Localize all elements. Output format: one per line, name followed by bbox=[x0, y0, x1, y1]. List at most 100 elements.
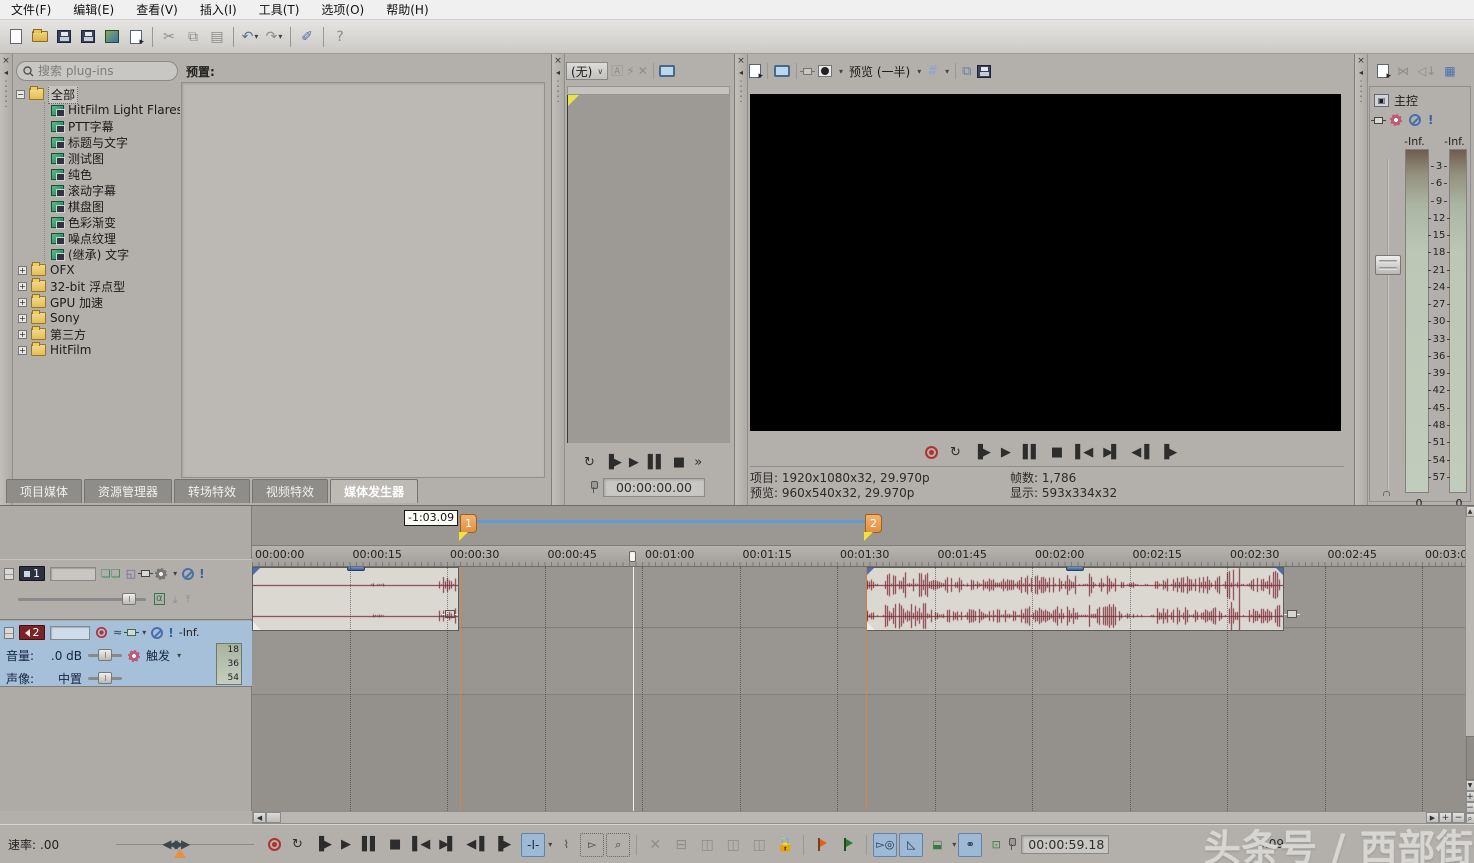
generator-item[interactable]: 噪点纹理 bbox=[51, 230, 180, 246]
vertical-scrollbar[interactable]: ▲ ▼ + − ⌕ bbox=[1465, 506, 1474, 824]
stop-button[interactable]: ■ bbox=[673, 456, 685, 469]
pin-icon[interactable] bbox=[590, 481, 597, 494]
pan-value[interactable]: 中置 bbox=[40, 670, 82, 687]
gear-icon[interactable] bbox=[1390, 114, 1402, 126]
menu-item[interactable]: 查看(V) bbox=[125, 0, 189, 20]
generator-item[interactable]: HitFilm Light Flares bbox=[51, 102, 180, 118]
master-fader-knob[interactable] bbox=[1375, 255, 1401, 275]
search-input[interactable] bbox=[38, 64, 156, 78]
mute-icon[interactable] bbox=[182, 568, 194, 580]
fade-handle-icon[interactable] bbox=[253, 568, 260, 575]
composite-alpha-icon[interactable]: α bbox=[154, 593, 165, 605]
generator-item[interactable]: PTT字幕 bbox=[51, 118, 180, 134]
trim-start-button[interactable]: ⊟ bbox=[669, 833, 693, 857]
trimmer-timecode-field[interactable]: 00:00:00.00 bbox=[603, 478, 705, 497]
track-grip-icon[interactable] bbox=[4, 568, 14, 580]
next-frame-button[interactable]: ▐▶ bbox=[493, 838, 509, 851]
slider-knob[interactable] bbox=[98, 672, 112, 684]
loop-playback-button[interactable]: ↻ bbox=[950, 446, 961, 459]
properties-button[interactable] bbox=[124, 25, 148, 49]
expand-box-icon[interactable]: + bbox=[18, 346, 27, 355]
close-icon[interactable]: × bbox=[0, 56, 12, 66]
previous-frame-button[interactable]: ◀▐ bbox=[1131, 446, 1147, 459]
master-toggle-icon[interactable]: ▣ bbox=[1374, 94, 1389, 107]
fx-chain-icon[interactable] bbox=[1374, 117, 1383, 124]
record-button[interactable] bbox=[925, 446, 938, 459]
preview-quality-dropdown[interactable]: 预览 (一半) bbox=[849, 63, 910, 80]
track-name-field[interactable] bbox=[50, 567, 96, 581]
paste-button[interactable]: ▤ bbox=[205, 25, 229, 49]
audio-event-1[interactable] bbox=[252, 567, 459, 631]
dock-tab[interactable]: 资源管理器 bbox=[84, 479, 172, 503]
go-to-start-button[interactable]: ▌◀ bbox=[1075, 446, 1091, 459]
overlay-grid-icon[interactable]: # bbox=[927, 65, 938, 78]
scrollbar-thumb[interactable] bbox=[266, 812, 281, 823]
selection-tool-button[interactable]: ▻ bbox=[580, 833, 604, 857]
scroll-left-button[interactable]: ◀ bbox=[253, 812, 266, 823]
slider-knob[interactable] bbox=[98, 649, 112, 661]
track-motion-icon[interactable]: ◱ bbox=[126, 568, 136, 579]
loop-region-bar[interactable] bbox=[463, 520, 867, 523]
delete-button[interactable]: ✕ bbox=[643, 833, 667, 857]
generator-item[interactable]: 纯色 bbox=[51, 166, 180, 182]
expand-box-icon[interactable]: + bbox=[18, 314, 27, 323]
generator-item[interactable]: 色彩渐变 bbox=[51, 214, 180, 230]
normal-edit-tool-button[interactable]: -I- bbox=[521, 833, 545, 857]
dock-grip-icon[interactable]: ⁚⁚⁚⁚ bbox=[1355, 83, 1367, 103]
loop-playback-button[interactable]: ↻ bbox=[292, 838, 303, 851]
pause-button[interactable]: ▌▌ bbox=[1023, 446, 1039, 459]
pause-button[interactable]: ▌▌ bbox=[362, 838, 378, 851]
stop-button[interactable]: ■ bbox=[389, 838, 401, 851]
envelope-tool-button[interactable]: ⌇ bbox=[554, 833, 578, 857]
collapse-arrow-icon[interactable]: ◂ bbox=[1355, 68, 1367, 77]
dock-tab[interactable]: 媒体发生器 bbox=[330, 479, 418, 503]
master-fader-rail[interactable] bbox=[1387, 159, 1389, 489]
menu-item[interactable]: 帮助(H) bbox=[375, 0, 439, 20]
open-button[interactable] bbox=[28, 25, 52, 49]
tree-root-item[interactable]: − 全部 bbox=[16, 86, 180, 102]
event-fx-icon[interactable] bbox=[445, 610, 455, 618]
generator-item[interactable]: 棋盘图 bbox=[51, 198, 180, 214]
slider-knob[interactable] bbox=[122, 593, 136, 605]
event-properties-button[interactable]: ⊡ bbox=[984, 833, 1008, 857]
play-from-start-button[interactable]: ▐▶ bbox=[314, 838, 330, 851]
new-project-button[interactable] bbox=[4, 25, 28, 49]
enable-snapping-button[interactable]: ▻◎ bbox=[873, 833, 897, 857]
render-as-button[interactable] bbox=[100, 25, 124, 49]
cursor-timecode-field[interactable]: 00:00:59.18 bbox=[1021, 835, 1109, 854]
chevron-down-icon[interactable]: ▾ bbox=[177, 651, 181, 660]
generator-folder-item[interactable]: +32-bit 浮点型 bbox=[18, 278, 180, 294]
tree-root-label[interactable]: 全部 bbox=[48, 86, 78, 104]
marker-bar[interactable]: -1:03.09 1 2 bbox=[252, 506, 1466, 546]
collapse-arrow-icon[interactable]: ◂ bbox=[0, 68, 12, 77]
stop-button[interactable]: ■ bbox=[1051, 446, 1063, 459]
rate-value[interactable]: .00 bbox=[40, 838, 59, 852]
fade-handle-icon[interactable] bbox=[867, 568, 874, 575]
copy-button[interactable]: ⧉ bbox=[181, 25, 205, 49]
generator-folder-item[interactable]: +Sony bbox=[18, 310, 180, 326]
dock-tab[interactable]: 转场特效 bbox=[174, 479, 250, 503]
track-fx-icon[interactable] bbox=[141, 570, 150, 577]
playhead-cursor[interactable] bbox=[633, 567, 634, 811]
save-button[interactable] bbox=[52, 25, 76, 49]
automation-gear-icon[interactable] bbox=[155, 568, 167, 580]
volume-value[interactable]: .0 dB bbox=[40, 649, 82, 663]
automation-gear-icon[interactable] bbox=[128, 650, 140, 662]
menu-item[interactable]: 编辑(E) bbox=[62, 0, 125, 20]
trimmer-preset-dropdown[interactable]: (无)∨ bbox=[566, 62, 608, 80]
track-content-area[interactable] bbox=[252, 567, 1466, 811]
record-button[interactable] bbox=[268, 838, 281, 851]
presets-area[interactable] bbox=[181, 82, 545, 478]
event-grip-icon[interactable] bbox=[1066, 567, 1084, 571]
track-level-slider[interactable] bbox=[18, 598, 146, 601]
split-screen-icon[interactable] bbox=[803, 68, 812, 75]
scrollbar-thumb[interactable] bbox=[1466, 736, 1474, 780]
more-buttons-chevron[interactable]: » bbox=[694, 456, 702, 469]
pause-button[interactable]: ▌▌ bbox=[648, 456, 664, 469]
generator-folder-item[interactable]: +GPU 加速 bbox=[18, 294, 180, 310]
expand-box-icon[interactable]: + bbox=[18, 330, 27, 339]
solo-icon[interactable]: ! bbox=[168, 626, 173, 640]
expand-box-icon[interactable]: + bbox=[18, 266, 27, 275]
close-icon[interactable]: × bbox=[735, 56, 747, 66]
chevron-down-icon[interactable]: ▾ bbox=[839, 67, 843, 76]
